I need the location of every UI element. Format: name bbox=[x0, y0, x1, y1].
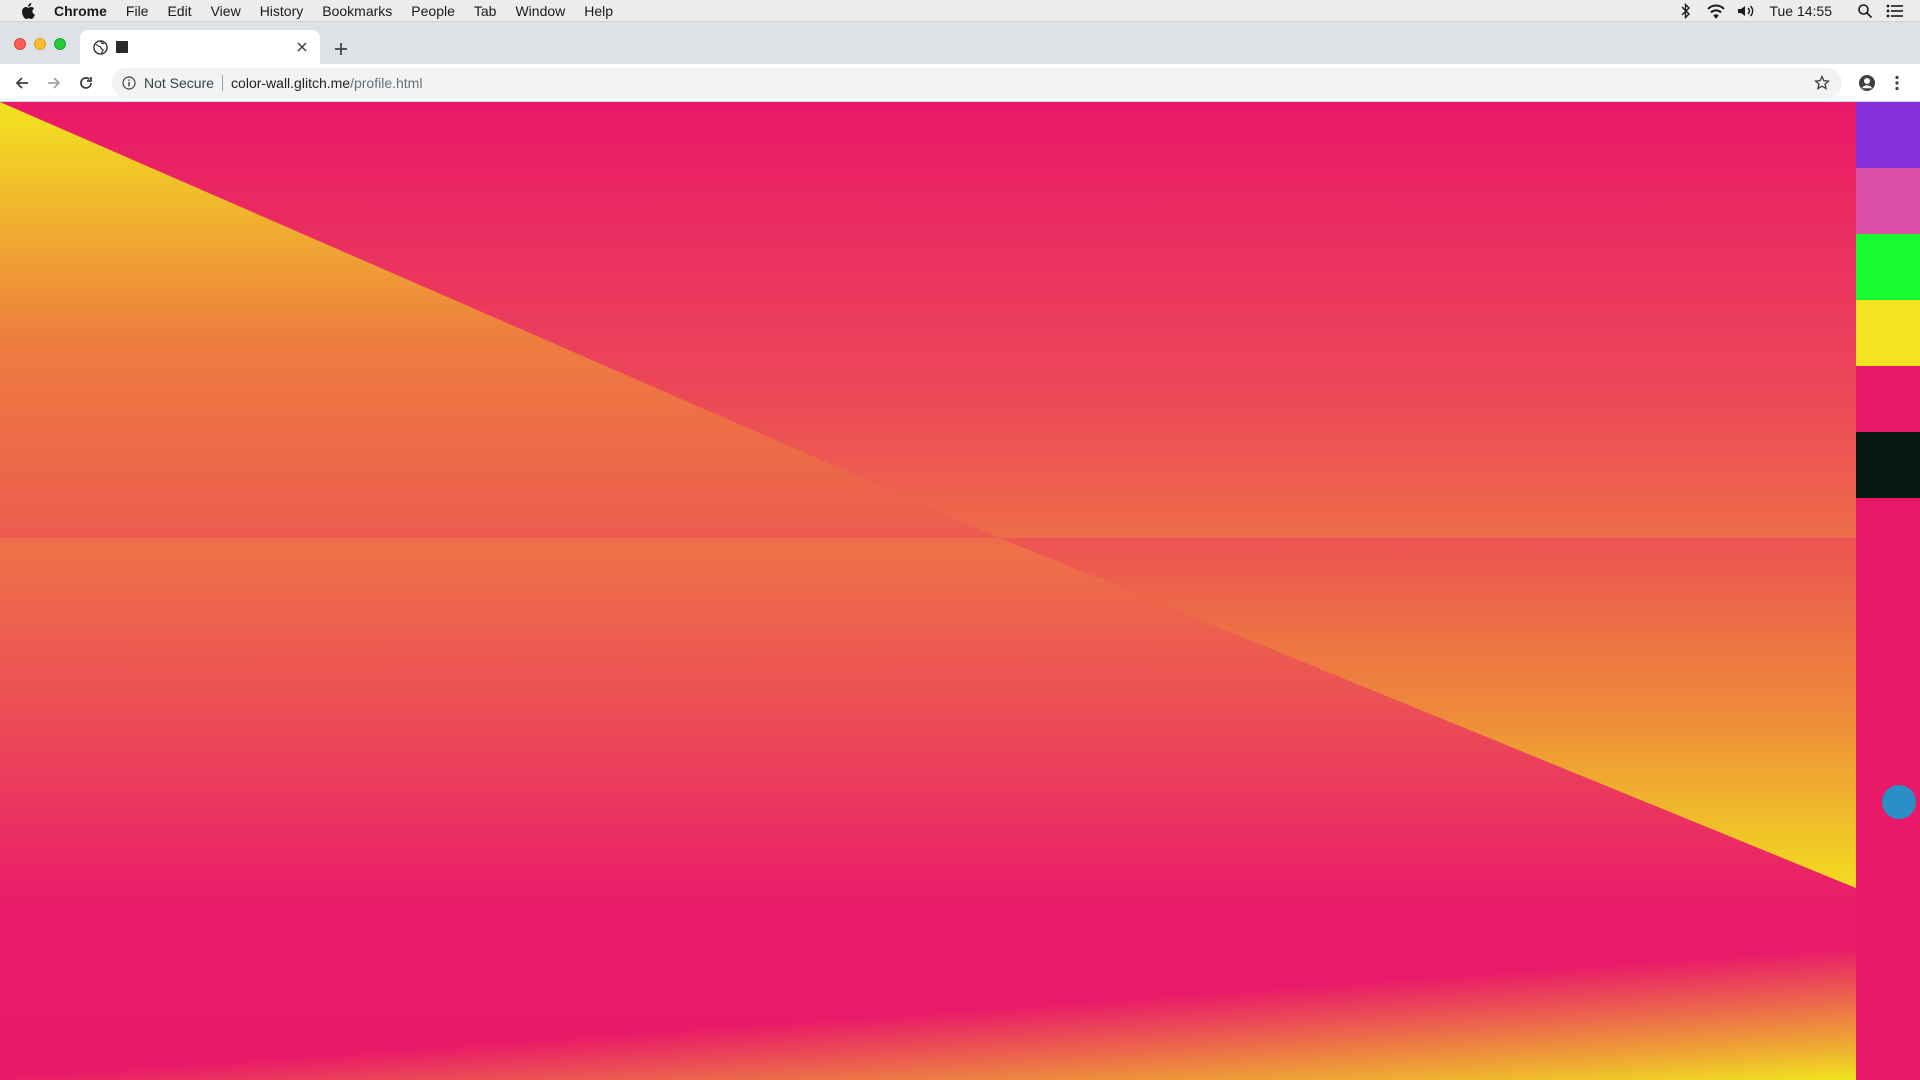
notification-center-icon[interactable] bbox=[1884, 2, 1906, 20]
bottom-yellow-glow bbox=[0, 102, 1856, 1080]
omnibox-separator bbox=[222, 74, 224, 91]
swatch-black[interactable] bbox=[1856, 432, 1920, 498]
page-viewport bbox=[0, 102, 1920, 1080]
fullscreen-window-button[interactable] bbox=[54, 38, 66, 50]
swatch-purple[interactable] bbox=[1856, 102, 1920, 168]
menu-view[interactable]: View bbox=[211, 3, 241, 19]
chrome-menu-icon[interactable] bbox=[1888, 72, 1906, 94]
profile-avatar-icon[interactable] bbox=[1856, 72, 1878, 94]
reload-button[interactable] bbox=[72, 69, 100, 97]
tab-strip bbox=[0, 22, 1920, 64]
menu-bookmarks[interactable]: Bookmarks bbox=[322, 3, 392, 19]
browser-tab-active[interactable] bbox=[80, 30, 320, 64]
bluetooth-icon[interactable] bbox=[1675, 2, 1697, 20]
forward-button[interactable] bbox=[40, 69, 68, 97]
status-area: Tue 14:55 bbox=[1667, 0, 1920, 22]
swatch-magenta[interactable] bbox=[1856, 366, 1920, 432]
globe-icon bbox=[92, 39, 108, 55]
tab-title-square-icon bbox=[116, 41, 128, 53]
volume-icon[interactable] bbox=[1735, 2, 1757, 20]
menu-history[interactable]: History bbox=[260, 3, 304, 19]
security-status-label[interactable]: Not Secure bbox=[144, 75, 214, 91]
macos-menu-bar: Chrome File Edit View History Bookmarks … bbox=[0, 0, 1920, 22]
url-path[interactable]: /profile.html bbox=[350, 75, 422, 91]
site-info-icon[interactable] bbox=[120, 74, 138, 92]
menu-people[interactable]: People bbox=[411, 3, 455, 19]
swatch-pink[interactable] bbox=[1856, 168, 1920, 234]
color-wall-canvas[interactable] bbox=[0, 102, 1856, 1080]
menu-file[interactable]: File bbox=[126, 3, 149, 19]
close-window-button[interactable] bbox=[14, 38, 26, 50]
color-picker-handle[interactable] bbox=[1882, 785, 1916, 819]
wifi-icon[interactable] bbox=[1705, 2, 1727, 20]
minimize-window-button[interactable] bbox=[34, 38, 46, 50]
browser-toolbar: Not Secure color-wall.glitch.me /profile… bbox=[0, 64, 1920, 102]
close-tab-icon[interactable] bbox=[294, 39, 310, 55]
bookmark-star-icon[interactable] bbox=[1812, 73, 1832, 93]
menubar-clock[interactable]: Tue 14:55 bbox=[1769, 3, 1832, 19]
spotlight-search-icon[interactable] bbox=[1854, 2, 1876, 20]
apple-menu-icon[interactable] bbox=[19, 2, 37, 20]
address-bar[interactable]: Not Secure color-wall.glitch.me /profile… bbox=[112, 67, 1842, 98]
swatch-green[interactable] bbox=[1856, 234, 1920, 300]
new-tab-button[interactable] bbox=[330, 38, 352, 60]
menu-help[interactable]: Help bbox=[584, 3, 613, 19]
url-host[interactable]: color-wall.glitch.me bbox=[231, 75, 350, 91]
menu-edit[interactable]: Edit bbox=[167, 3, 191, 19]
window-controls bbox=[14, 38, 74, 50]
menu-tab[interactable]: Tab bbox=[474, 3, 497, 19]
back-button[interactable] bbox=[8, 69, 36, 97]
swatch-yellow[interactable] bbox=[1856, 300, 1920, 366]
menu-app-name[interactable]: Chrome bbox=[54, 3, 107, 19]
color-swatch-column bbox=[1856, 102, 1920, 1080]
menu-window[interactable]: Window bbox=[515, 3, 565, 19]
